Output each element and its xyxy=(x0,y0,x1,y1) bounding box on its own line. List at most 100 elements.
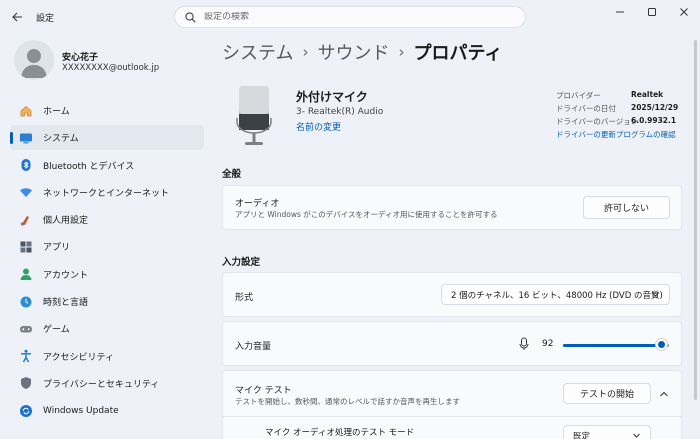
sidebar-item-label: Windows Update xyxy=(43,405,119,416)
slider-fill xyxy=(563,344,661,347)
sidebar-item-label: ゲーム xyxy=(43,325,70,336)
sidebar-item-label: プライバシーとセキュリティ xyxy=(43,379,160,390)
disallow-button[interactable]: 許可しない xyxy=(583,196,670,219)
slider-thumb[interactable] xyxy=(654,338,668,351)
scrollbar[interactable] xyxy=(694,40,697,400)
sidebar-item-network[interactable]: ネットワークとインターネット xyxy=(10,180,204,205)
time-language-icon xyxy=(19,295,33,309)
personalization-icon xyxy=(19,213,33,227)
breadcrumb-separator: › xyxy=(398,43,405,61)
rename-link[interactable]: 名前の変更 xyxy=(296,120,341,133)
device-header: 外付けマイク 3- Realtek(R) Audio 名前の変更 プロバイダー … xyxy=(222,80,682,150)
maximize-button[interactable] xyxy=(637,4,667,20)
test-mode-select[interactable]: 既定 xyxy=(563,425,651,439)
sidebar-item-windows-update[interactable]: Windows Update xyxy=(10,398,204,423)
format-select[interactable]: 2 個のチャネル、16 ビット、48000 Hz (DVD の音質) xyxy=(441,284,670,305)
sidebar-item-label: アプリ xyxy=(43,243,71,254)
divider xyxy=(223,416,681,417)
sidebar-item-label: システム xyxy=(43,134,79,145)
sidebar-item-bluetooth[interactable]: Bluetooth とデバイス xyxy=(10,153,204,178)
input-volume-card: 入力音量 92 xyxy=(222,321,682,366)
sidebar-item-time-language[interactable]: 時刻と言語 xyxy=(10,289,204,314)
privacy-icon xyxy=(19,376,33,390)
mic-test-description: テストを開始し、数秒間、通常のレベルで話すか音声を再生します xyxy=(235,397,460,406)
search-box[interactable] xyxy=(174,6,526,28)
driver-version-row: ドライバーのバージョン 6.0.9932.1 xyxy=(556,116,686,129)
microphone-icon xyxy=(234,84,274,148)
sidebar-item-label: アカウント xyxy=(43,270,89,281)
back-button[interactable] xyxy=(8,9,26,25)
driver-date-value: 2025/12/29 xyxy=(631,103,679,112)
test-mode-value: 既定 xyxy=(573,431,591,439)
driver-provider-row: プロバイダー Realtek xyxy=(556,90,686,103)
start-test-button[interactable]: テストの開始 xyxy=(563,383,651,404)
driver-version-value: 6.0.9932.1 xyxy=(631,116,677,125)
sidebar-item-gaming[interactable]: ゲーム xyxy=(10,316,204,341)
driver-date-row: ドライバーの日付 2025/12/29 xyxy=(556,103,686,116)
driver-update-link[interactable]: ドライバーの更新プログラムの確認 xyxy=(556,129,686,140)
page-title: プロパティ xyxy=(413,43,503,64)
search-icon xyxy=(185,11,196,23)
device-subtitle: 3- Realtek(R) Audio xyxy=(296,107,384,117)
breadcrumb: システム › サウンド › プロパティ xyxy=(222,39,502,65)
test-mode-label: マイク オーディオ処理のテスト モード xyxy=(265,428,415,438)
chevron-down-icon xyxy=(633,433,640,438)
sidebar-item-system[interactable]: システム xyxy=(10,125,204,151)
breadcrumb-sound[interactable]: サウンド xyxy=(317,39,389,65)
minimize-icon xyxy=(616,11,624,13)
sidebar-item-privacy[interactable]: プライバシーとセキュリティ xyxy=(10,371,204,396)
sidebar-item-label: Bluetooth とデバイス xyxy=(43,161,135,172)
sidebar-item-label: ネットワークとインターネット xyxy=(43,188,170,199)
sidebar-item-label: 時刻と言語 xyxy=(43,298,89,309)
close-icon xyxy=(680,8,688,16)
section-title-general: 全般 xyxy=(222,169,242,180)
breadcrumb-separator: › xyxy=(302,43,309,61)
mic-test-title: マイク テスト xyxy=(235,386,292,396)
home-icon xyxy=(19,104,33,118)
sidebar-item-label: 個人用設定 xyxy=(43,216,89,227)
audio-description: アプリと Windows がこのデバイスをオーディオ用に使用することを許可する xyxy=(235,210,498,219)
gaming-icon xyxy=(19,322,33,336)
section-title-input: 入力設定 xyxy=(222,257,261,268)
sidebar-item-apps[interactable]: アプリ xyxy=(10,234,204,259)
format-card: 形式 2 個のチャネル、16 ビット、48000 Hz (DVD の音質) xyxy=(222,272,682,317)
audio-title: オーディオ xyxy=(235,199,280,209)
accessibility-icon xyxy=(19,349,33,363)
input-volume-label: 入力音量 xyxy=(235,342,272,352)
windows-update-icon xyxy=(19,404,33,418)
mic-test-card: マイク テスト テストを開始し、数秒間、通常のレベルで話すか音声を再生します テ… xyxy=(222,370,682,439)
system-icon xyxy=(19,131,33,145)
driver-date-label: ドライバーの日付 xyxy=(556,104,616,113)
format-label: 形式 xyxy=(235,293,254,303)
format-select-value: 2 個のチャネル、16 ビット、48000 Hz (DVD の音質) xyxy=(451,290,663,301)
breadcrumb-system[interactable]: システム xyxy=(222,39,293,65)
chevron-down-icon xyxy=(652,292,659,297)
minimize-button[interactable] xyxy=(605,4,635,20)
sidebar-item-home[interactable]: ホーム xyxy=(10,98,204,123)
driver-provider-value: Realtek xyxy=(631,90,664,99)
chevron-up-icon[interactable] xyxy=(659,390,669,398)
apps-icon xyxy=(19,240,33,254)
microphone-icon xyxy=(519,337,529,350)
account-icon xyxy=(19,267,33,281)
search-input[interactable] xyxy=(204,12,504,22)
bluetooth-icon xyxy=(19,158,33,172)
sidebar-item-accounts[interactable]: アカウント xyxy=(10,262,204,287)
driver-version-label: ドライバーのバージョン xyxy=(556,117,639,126)
back-arrow-icon xyxy=(11,12,22,22)
driver-provider-label: プロバイダー xyxy=(556,91,601,100)
sidebar-item-personalization[interactable]: 個人用設定 xyxy=(10,207,204,232)
person-icon xyxy=(21,49,47,78)
close-button[interactable] xyxy=(669,4,699,20)
user-email: XXXXXXXX@outlook.jp xyxy=(62,63,160,73)
app-title: 設定 xyxy=(36,14,55,24)
device-name: 外付けマイク xyxy=(296,90,368,104)
maximize-icon xyxy=(648,8,656,16)
input-volume-slider[interactable] xyxy=(563,338,669,352)
driver-info: プロバイダー Realtek ドライバーの日付 2025/12/29 ドライバー… xyxy=(556,90,686,140)
title-bar: 設定 xyxy=(0,0,700,34)
sidebar-item-accessibility[interactable]: アクセシビリティ xyxy=(10,344,204,369)
input-volume-value: 92 xyxy=(542,339,554,349)
sidebar-item-label: アクセシビリティ xyxy=(43,352,115,363)
sidebar-nav: ホーム システム Bluetooth とデバイス ネットワークとインターネット … xyxy=(10,98,204,426)
